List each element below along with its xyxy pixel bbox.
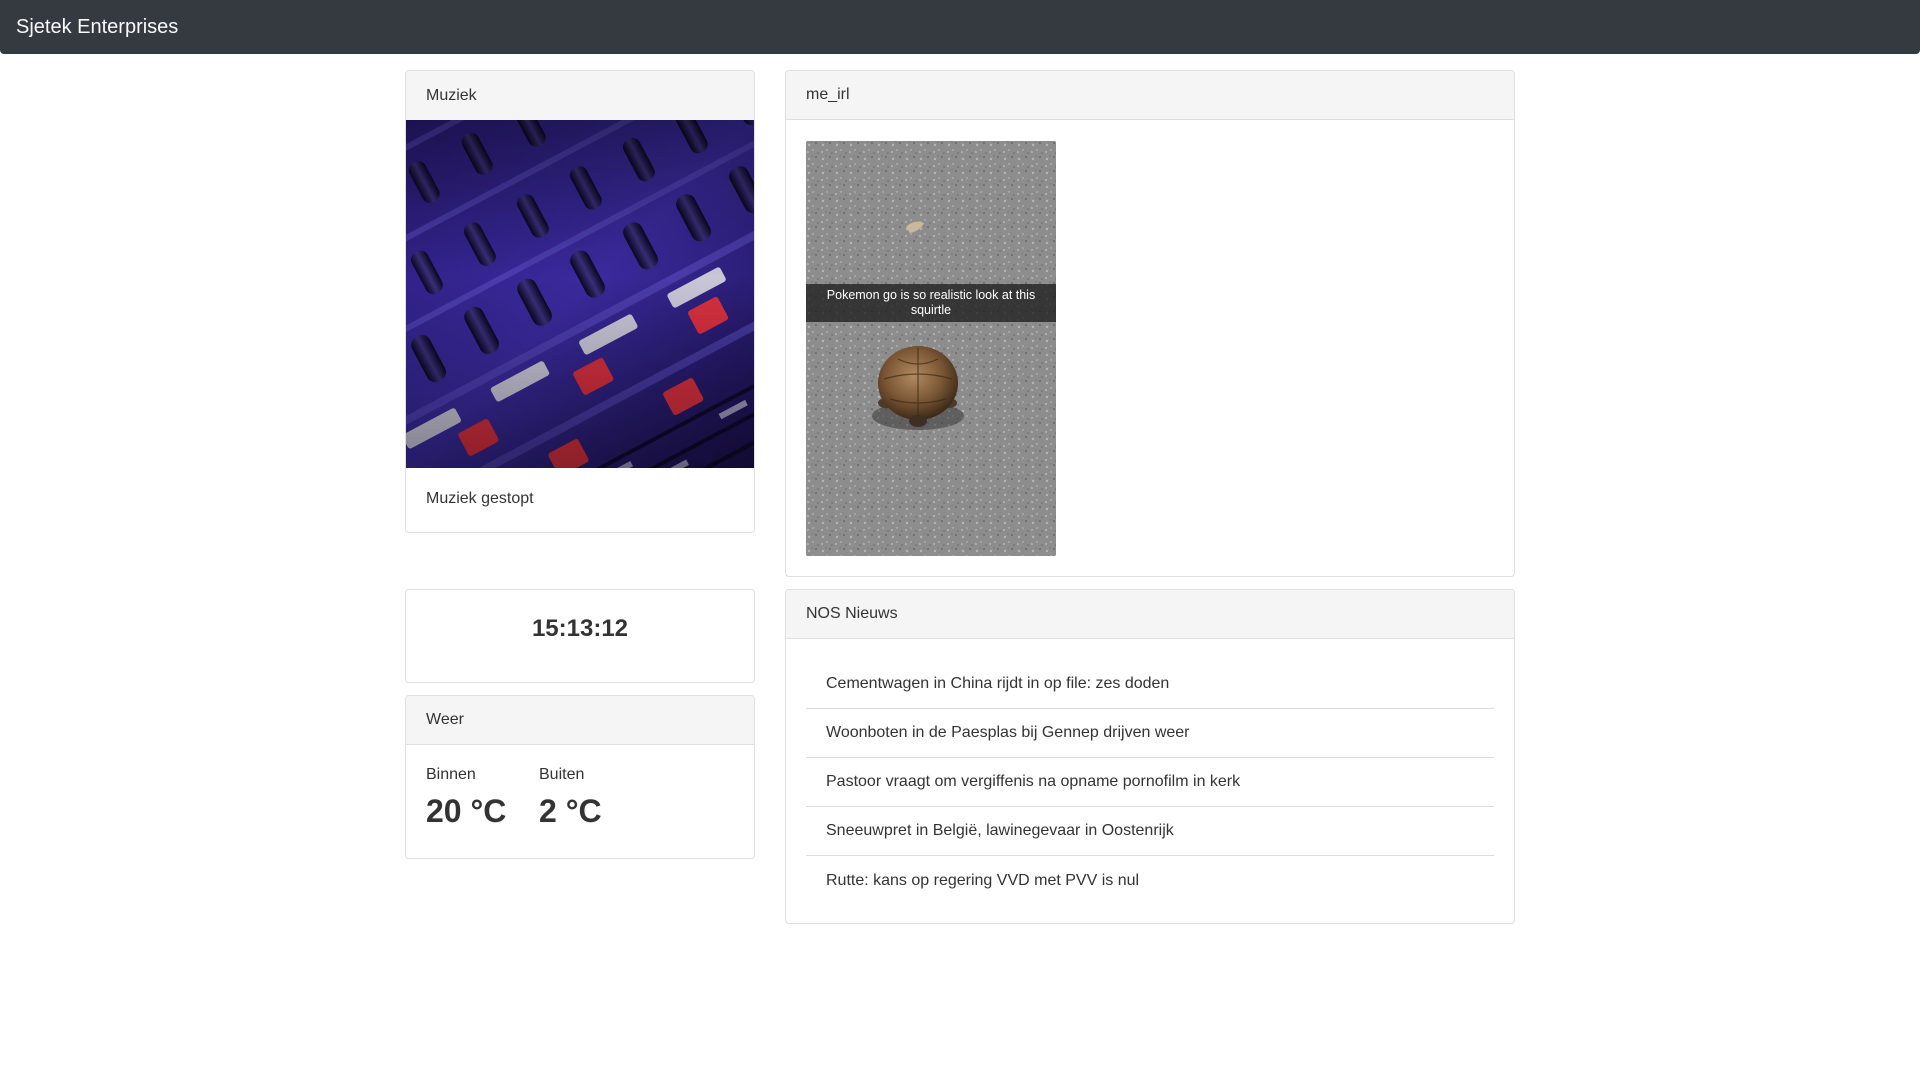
mixing-console-image	[406, 120, 754, 468]
meirl-card-title: me_irl	[786, 71, 1514, 120]
muziek-card: Muziek Muziek gestopt	[405, 70, 755, 533]
clock-card: 15:13:12	[405, 589, 755, 683]
muziek-status-text: Muziek gestopt	[426, 490, 534, 507]
snapshot-caption: Pokemon go is so realistic look at this …	[806, 284, 1056, 322]
weer-card-title: Weer	[406, 696, 754, 745]
turtle-snapshot-image: Pokemon go is so realistic look at this …	[806, 141, 1056, 556]
news-item[interactable]: Cementwagen in China rijdt in op file: z…	[806, 660, 1494, 709]
news-item[interactable]: Sneeuwpret in België, lawinegevaar in Oo…	[806, 807, 1494, 856]
weer-binnen-label: Binnen	[426, 766, 476, 783]
weer-buiten-value: 2 °C	[539, 793, 602, 829]
news-item[interactable]: Woonboten in de Paesplas bij Gennep drij…	[806, 709, 1494, 758]
news-item[interactable]: Pastoor vraagt om vergiffenis na opname …	[806, 758, 1494, 807]
news-list: Cementwagen in China rijdt in op file: z…	[806, 660, 1494, 905]
nos-news-card: NOS Nieuws Cementwagen in China rijdt in…	[785, 589, 1515, 924]
weer-card: Weer Binnen 20 °C Buiten 2 °C	[405, 695, 755, 859]
muziek-card-title: Muziek	[406, 71, 754, 120]
top-navbar: Sjetek Enterprises	[0, 0, 1920, 54]
clock-time: 15:13:12	[531, 615, 629, 642]
news-item[interactable]: Rutte: kans op regering VVD met PVV is n…	[806, 856, 1494, 905]
weer-binnen: Binnen 20 °C	[426, 766, 506, 830]
navbar-brand[interactable]: Sjetek Enterprises	[16, 16, 178, 39]
nos-card-title: NOS Nieuws	[786, 590, 1514, 639]
meirl-card: me_irl Pokemon go is so realistic look a…	[785, 70, 1515, 577]
weer-buiten: Buiten 2 °C	[539, 766, 602, 830]
weer-buiten-label: Buiten	[539, 766, 585, 783]
weer-binnen-value: 20 °C	[426, 793, 507, 829]
